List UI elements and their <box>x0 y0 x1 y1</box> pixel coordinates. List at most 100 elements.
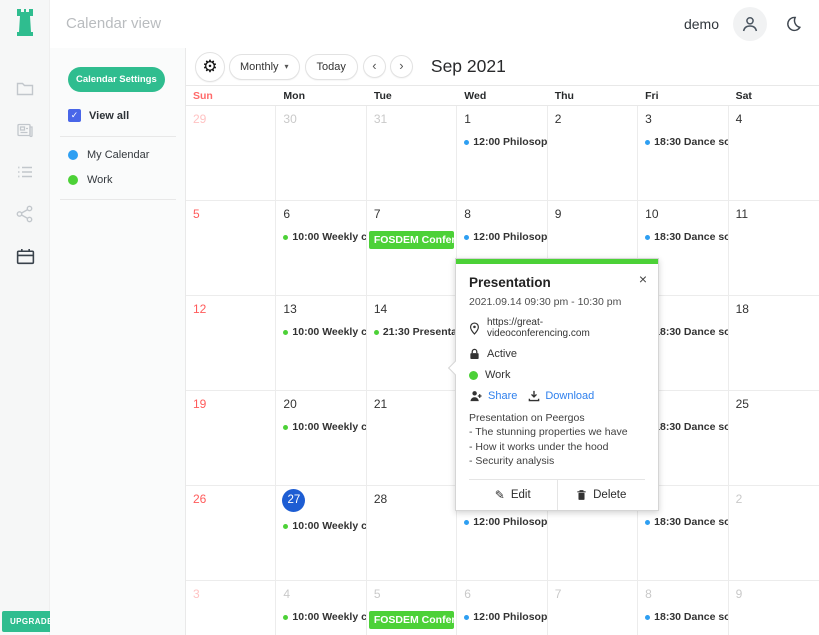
calendar-day-cell[interactable]: 30 <box>276 106 367 201</box>
profile-avatar-button[interactable] <box>733 7 767 41</box>
event-description: Presentation on Peergos - The stunning p… <box>469 412 628 468</box>
calendar-day-cell[interactable]: 5 <box>186 201 277 296</box>
calendar-day-cell[interactable]: 21 <box>366 391 458 486</box>
calendar-day-cell[interactable]: 20 10:00 Weekly c... <box>276 391 367 486</box>
event-color-dot <box>373 329 379 335</box>
event-color-dot <box>645 139 651 145</box>
day-number: 26 <box>193 492 207 506</box>
delete-button[interactable]: Delete <box>558 480 646 510</box>
calendar-day-cell[interactable]: 8 18:30 Dance so... <box>638 581 729 635</box>
left-nav-rail: UPGRADE <box>0 0 61 635</box>
calendar-day-cell[interactable]: 7 <box>548 581 639 635</box>
chevron-down-icon: ▾ <box>284 62 289 71</box>
nav-drive-icon[interactable] <box>13 76 37 100</box>
calendar-list-item-my-calendar[interactable]: My Calendar <box>68 149 185 161</box>
calendar-gear-button[interactable]: ⚙ <box>195 51 225 82</box>
calendar-day-cell[interactable]: 27 10:00 Weekly c... <box>276 486 367 581</box>
calendar-list-item-work[interactable]: Work <box>68 174 185 186</box>
day-number: 7 <box>554 587 562 601</box>
event-color-dot <box>283 424 289 430</box>
day-number: 25 <box>735 397 749 411</box>
calendar-day-cell[interactable]: 9 <box>729 581 819 635</box>
nav-social-icon[interactable] <box>13 202 37 226</box>
calendar-day-cell[interactable]: 19 <box>186 391 277 486</box>
next-month-button[interactable]: › <box>389 55 413 78</box>
calendar-event[interactable]: 12:00 Philosop... <box>464 136 547 148</box>
calendar-day-cell[interactable]: 3 18:30 Dance so... <box>638 106 729 201</box>
calendar-event[interactable]: FOSDEM Confer... <box>368 611 455 629</box>
day-number: 9 <box>554 207 562 221</box>
calendar-event[interactable]: 18:30 Dance so... <box>645 611 728 623</box>
calendar-day-cell[interactable]: 4 <box>728 106 819 201</box>
calendar-day-cell[interactable]: 29 <box>186 106 277 201</box>
calendar-day-cell[interactable]: 2 <box>547 106 639 201</box>
event-status-row: Active <box>469 348 645 360</box>
calendar-event[interactable]: FOSDEM Confer... <box>368 231 455 249</box>
share-link[interactable]: Share <box>488 390 517 402</box>
nav-tasks-icon[interactable] <box>13 160 37 184</box>
day-number: 1 <box>464 112 471 126</box>
prev-month-button[interactable]: ‹ <box>362 55 386 78</box>
event-datetime: 2021.09.14 09:30 pm - 10:30 pm <box>469 296 622 308</box>
calendar-event[interactable]: 10:00 Weekly c... <box>283 421 366 433</box>
calendar-day-cell[interactable]: 4 10:00 Weekly c... <box>276 581 367 635</box>
event-color-dot <box>645 519 651 525</box>
event-color-dot <box>645 614 651 620</box>
nav-calendar-icon[interactable] <box>13 244 37 268</box>
edit-button[interactable]: ✎ Edit <box>469 479 558 510</box>
calendar-day-cell[interactable]: 1 12:00 Philosop... <box>457 106 548 201</box>
dark-mode-moon-icon[interactable] <box>781 12 805 36</box>
view-all-row[interactable]: ✓ View all <box>68 109 185 122</box>
calendar-event[interactable]: 10:00 Weekly c... <box>283 326 366 338</box>
calendar-day-cell[interactable]: 28 <box>366 486 458 581</box>
calendar-event[interactable]: 10:00 Weekly c... <box>283 520 366 532</box>
event-detail-popup: × Presentation 2021.09.14 09:30 pm - 10:… <box>447 258 659 511</box>
calendar-event[interactable]: 18:30 Dance so... <box>645 136 728 148</box>
day-number: 4 <box>735 112 743 126</box>
calendar-event[interactable]: 18:30 Dance so... <box>645 231 728 243</box>
day-number: 7 <box>373 207 381 221</box>
calendar-day-cell[interactable]: 6 10:00 Weekly c... <box>276 201 367 296</box>
weekday-label-sat: Sat <box>735 89 752 102</box>
day-number: 29 <box>193 112 207 126</box>
calendar-day-cell[interactable]: 18 <box>728 296 819 391</box>
calendar-event[interactable]: 12:00 Philosop... <box>464 516 547 528</box>
calendar-day-cell[interactable]: 6 12:00 Philosop... <box>457 581 548 635</box>
panel-divider <box>60 199 176 200</box>
event-color-dot <box>283 329 289 335</box>
share-user-icon <box>470 391 482 402</box>
close-icon[interactable]: × <box>639 272 647 286</box>
calendar-day-cell[interactable]: 12 <box>186 296 277 391</box>
weekday-label-mon: Mon <box>283 89 305 102</box>
calendar-event[interactable]: 12:00 Philosop... <box>464 611 547 623</box>
calendar-day-cell[interactable]: 14 21:30 Presentat... <box>366 296 458 391</box>
calendar-day-cell[interactable]: 13 10:00 Weekly c... <box>276 296 367 391</box>
popup-footer: ✎ Edit Delete <box>469 478 646 510</box>
calendar-day-cell[interactable]: 5 FOSDEM Confer... <box>367 581 458 635</box>
day-number: 2 <box>735 492 743 506</box>
calendar-day-cell[interactable]: 3 <box>186 581 277 635</box>
event-color-dot <box>645 234 651 240</box>
view-mode-select[interactable]: Monthly ▾ <box>229 53 300 80</box>
calendar-event[interactable]: 12:00 Philosop... <box>464 231 547 243</box>
nav-news-icon[interactable] <box>13 118 37 142</box>
username-label: demo <box>683 16 719 32</box>
day-number: 6 <box>464 587 471 601</box>
calendar-event[interactable]: 10:00 Weekly c... <box>283 231 366 243</box>
calendar-settings-button[interactable]: Calendar Settings <box>68 67 165 92</box>
calendar-day-cell[interactable]: 7 FOSDEM Confer... <box>366 201 458 296</box>
calendar-event[interactable]: 18:30 Dance so... <box>645 516 728 528</box>
calendar-day-cell[interactable]: 2 <box>728 486 819 581</box>
calendar-day-cell[interactable]: 26 <box>186 486 277 581</box>
download-link[interactable]: Download <box>545 390 594 402</box>
today-button[interactable]: Today <box>304 53 358 80</box>
weekday-header-row: Sun Mon Tue Wed Thu Fri Sat <box>186 85 819 106</box>
calendar-day-cell[interactable]: 31 <box>366 106 458 201</box>
calendar-event[interactable]: 21:30 Presentat... <box>373 326 456 338</box>
view-all-checkbox[interactable]: ✓ <box>68 109 81 122</box>
calendar-event[interactable]: 10:00 Weekly c... <box>283 611 366 623</box>
event-color-dot <box>283 523 289 529</box>
calendar-day-cell[interactable]: 11 <box>728 201 819 296</box>
calendar-day-cell[interactable]: 25 <box>728 391 819 486</box>
edit-pencil-icon: ✎ <box>494 487 505 502</box>
